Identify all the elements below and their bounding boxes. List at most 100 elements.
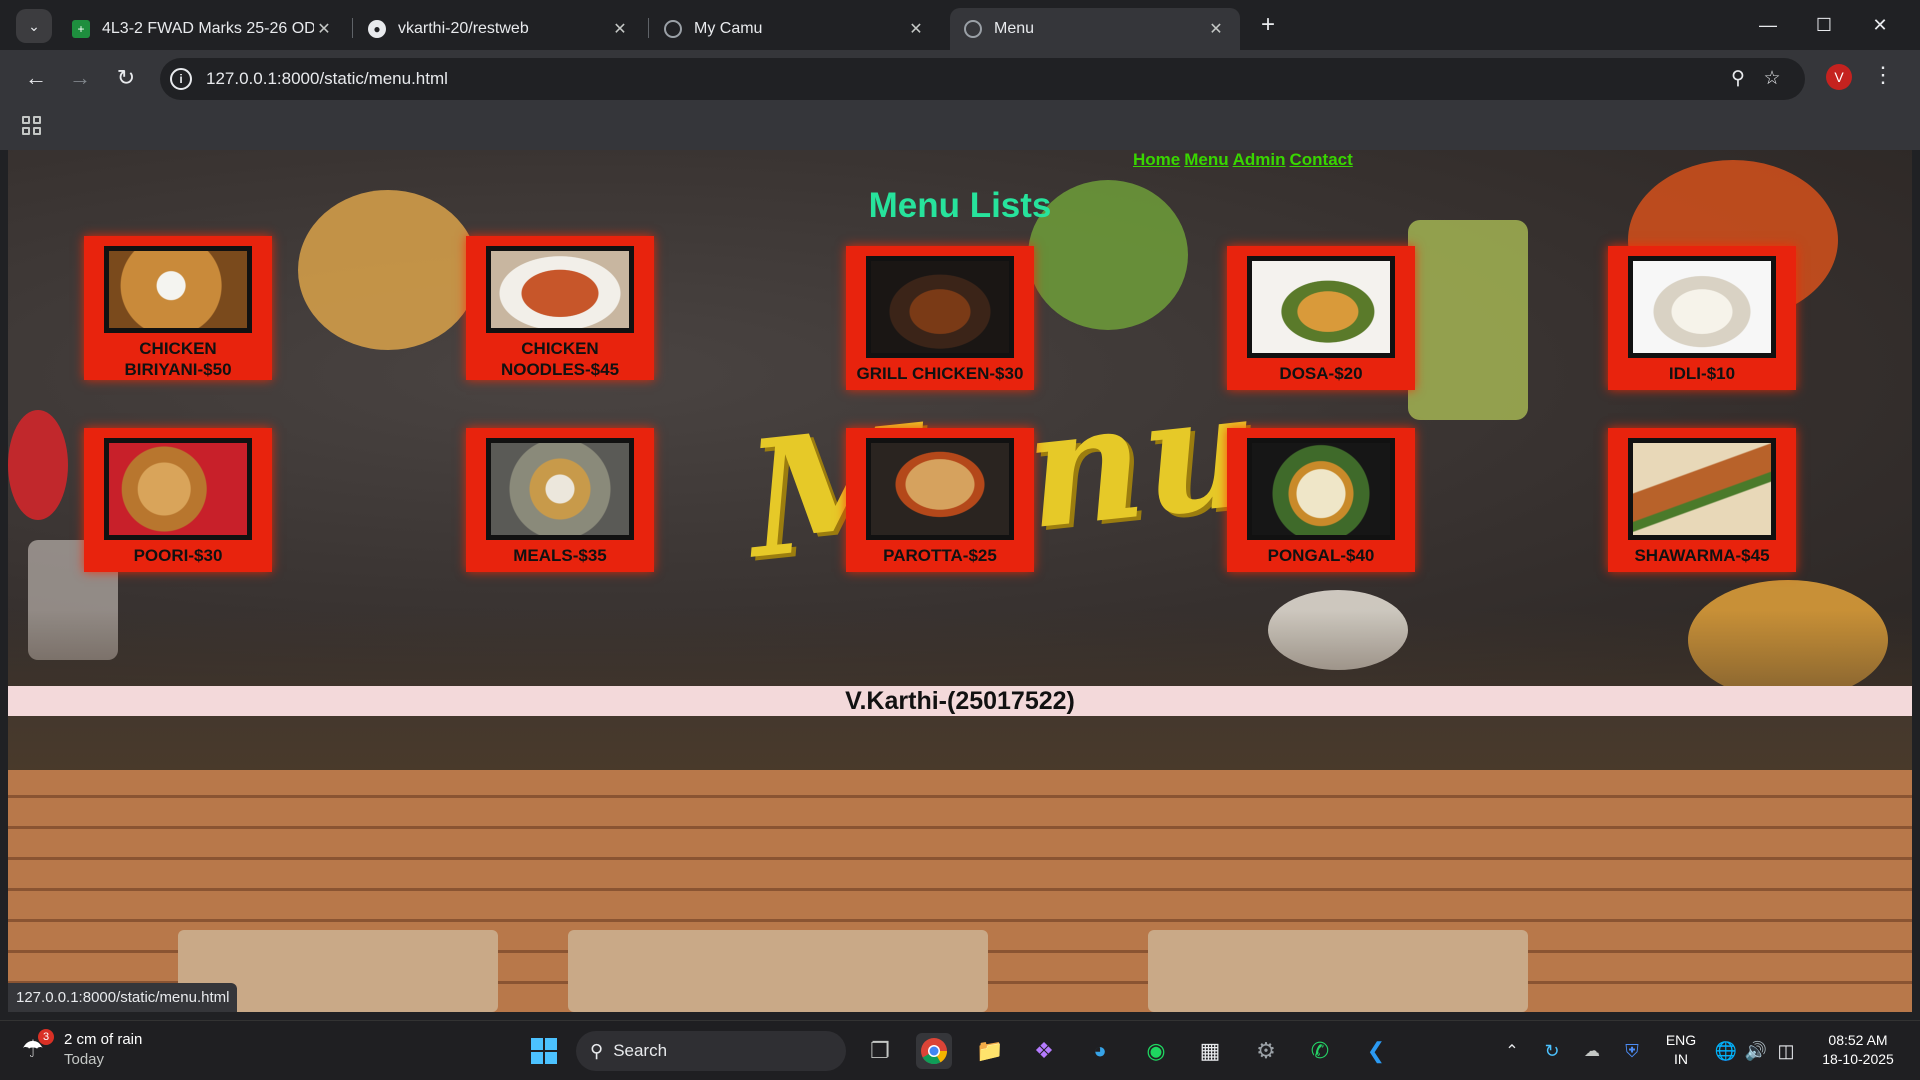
profile-avatar[interactable]: V — [1826, 64, 1852, 90]
bookmark-star-icon[interactable]: ☆ — [1760, 67, 1784, 91]
table-decoration — [568, 930, 988, 1012]
menu-item-label: PONGAL-$40 — [1267, 546, 1375, 565]
weather-title: 2 cm of rain — [64, 1031, 143, 1048]
apps-grid-icon[interactable] — [22, 116, 44, 138]
menu-card-chicken-biriyani[interactable]: CHICKEN BIRIYANI-$50 — [84, 236, 272, 380]
menu-card-meals[interactable]: MEALS-$35 — [466, 428, 654, 572]
taskbar-search-label: Search — [613, 1041, 668, 1060]
menu-card-pongal[interactable]: PONGAL-$40 — [1227, 428, 1415, 572]
edge-icon[interactable]: ◕ — [1082, 1033, 1118, 1069]
clock-date: 18-10-2025 — [1822, 1051, 1894, 1067]
vscode-icon[interactable]: ❮ — [1358, 1033, 1394, 1069]
tab-github-restweb[interactable]: ● vkarthi-20/restweb ✕ — [354, 8, 644, 50]
nav-link-admin[interactable]: Admin — [1233, 150, 1286, 169]
chrome-icon[interactable] — [916, 1033, 952, 1069]
file-explorer-icon[interactable]: 📁 — [972, 1033, 1008, 1069]
address-bar[interactable]: i 127.0.0.1:8000/static/menu.html ⚲ ☆ — [160, 58, 1805, 100]
new-tab-button[interactable]: + — [1254, 12, 1282, 40]
dosa-image — [1247, 256, 1395, 358]
close-tab-icon[interactable]: ✕ — [610, 19, 630, 39]
windows-start-icon[interactable] — [526, 1033, 562, 1069]
nav-link-contact[interactable]: Contact — [1290, 150, 1353, 169]
pepper-decoration — [8, 410, 68, 520]
chevron-down-icon: ⌄ — [28, 17, 40, 34]
menu-card-idli[interactable]: IDLI-$10 — [1608, 246, 1796, 390]
menu-card-grill-chicken[interactable]: GRILL CHICKEN-$30 — [846, 246, 1034, 390]
back-button[interactable]: ← — [20, 62, 52, 94]
sync-icon[interactable]: ↻ — [1534, 1033, 1570, 1069]
maximize-button[interactable]: ☐ — [1796, 0, 1852, 50]
reload-button[interactable]: ↻ — [110, 62, 142, 94]
copilot-icon[interactable]: ❖ — [1026, 1033, 1062, 1069]
github-icon: ● — [368, 20, 386, 38]
language-code: ENG — [1665, 1032, 1697, 1048]
nav-link-home[interactable]: Home — [1133, 150, 1180, 169]
menu-item-label: PAROTTA-$25 — [883, 546, 997, 565]
settings-gear-icon[interactable]: ⚙ — [1248, 1033, 1284, 1069]
globe-icon — [964, 20, 982, 38]
menu-item-label: CHICKEN NOODLES-$45 — [500, 339, 620, 379]
menu-item-label: GRILL CHICKEN-$30 — [856, 364, 1024, 383]
clock-time: 08:52 AM — [1828, 1032, 1888, 1048]
page-title: Menu Lists — [868, 186, 1052, 225]
menu-card-dosa[interactable]: DOSA-$20 — [1227, 246, 1415, 390]
poori-image — [104, 438, 252, 540]
weather-badge: 3 — [38, 1029, 54, 1045]
tab-menu[interactable]: Menu ✕ — [950, 8, 1240, 50]
close-tab-icon[interactable]: ✕ — [314, 19, 334, 39]
globe-icon — [664, 20, 682, 38]
meals-image — [486, 438, 634, 540]
idli-image — [1628, 256, 1776, 358]
tab-fwad-marks[interactable]: + 4L3-2 FWAD Marks 25-26 ODD ✕ — [58, 8, 348, 50]
battery-icon[interactable]: ◫ — [1768, 1033, 1804, 1069]
url-text[interactable]: 127.0.0.1:8000/static/menu.html — [206, 69, 448, 89]
language-indicator[interactable]: ENG IN — [1662, 1031, 1700, 1069]
microsoft-store-icon[interactable]: ▦ — [1192, 1033, 1228, 1069]
search-icon: ⚲ — [590, 1040, 604, 1061]
minimize-icon: — — [1759, 14, 1777, 35]
close-tab-icon[interactable]: ✕ — [906, 19, 926, 39]
page-viewport: Menu HomeMenu AdminContact Menu Lists CHI… — [8, 150, 1912, 1012]
forward-button[interactable]: → — [64, 62, 96, 94]
tab-title: vkarthi-20/restweb — [398, 20, 529, 37]
close-window-button[interactable]: ✕ — [1852, 0, 1908, 50]
whatsapp-icon[interactable]: ✆ — [1302, 1033, 1338, 1069]
taskbar-search[interactable]: ⚲ Search — [576, 1031, 846, 1071]
menu-card-poori[interactable]: POORI-$30 — [84, 428, 272, 572]
menu-card-parotta[interactable]: PAROTTA-$25 — [846, 428, 1034, 572]
page-footer: V.Karthi-(25017522) — [8, 686, 1912, 716]
weather-subtitle: Today — [64, 1051, 105, 1068]
windows-taskbar: ☂ 3 2 cm of rain Today ⚲ Search ❐ 📁 ❖ ◕ … — [0, 1020, 1920, 1080]
chevron-up-icon[interactable]: ⌃ — [1494, 1033, 1530, 1069]
maximize-icon: ☐ — [1815, 14, 1833, 35]
arrow-right-icon: → — [69, 65, 91, 90]
menu-item-label: POORI-$30 — [133, 546, 223, 565]
juice-glass-decoration — [1408, 220, 1528, 420]
clock[interactable]: 08:52 AM 18-10-2025 — [1810, 1031, 1906, 1069]
pongal-image — [1247, 438, 1395, 540]
tab-my-camu[interactable]: My Camu ✕ — [650, 8, 940, 50]
security-shield-icon[interactable]: ⛨ — [1614, 1033, 1650, 1069]
cloud-offline-icon[interactable]: ☁ — [1574, 1033, 1610, 1069]
nav-link-menu[interactable]: Menu — [1184, 150, 1228, 169]
tab-search-button[interactable]: ⌄ — [16, 9, 52, 43]
grill-chicken-image — [866, 256, 1014, 358]
tab-divider — [648, 18, 649, 38]
menu-card-chicken-noodles[interactable]: CHICKEN NOODLES-$45 — [466, 236, 654, 380]
language-region: IN — [1674, 1051, 1688, 1067]
spotify-icon[interactable]: ◉ — [1138, 1033, 1174, 1069]
menu-item-label: SHAWARMA-$45 — [1634, 546, 1770, 565]
google-sheets-icon: + — [72, 20, 90, 38]
tab-divider — [352, 18, 353, 38]
minimize-button[interactable]: — — [1740, 0, 1796, 50]
menu-item-label: IDLI-$10 — [1668, 364, 1736, 383]
task-view-icon[interactable]: ❐ — [862, 1033, 898, 1069]
browser-menu-icon[interactable]: ⋮ — [1870, 62, 1896, 94]
menu-card-shawarma[interactable]: SHAWARMA-$45 — [1608, 428, 1796, 572]
tab-title: My Camu — [694, 20, 763, 37]
tab-title: Menu — [994, 20, 1035, 37]
menu-item-label: DOSA-$20 — [1279, 364, 1363, 383]
close-tab-icon[interactable]: ✕ — [1206, 19, 1226, 39]
site-info-icon[interactable]: i — [170, 68, 192, 90]
zoom-icon[interactable]: ⚲ — [1726, 67, 1750, 91]
